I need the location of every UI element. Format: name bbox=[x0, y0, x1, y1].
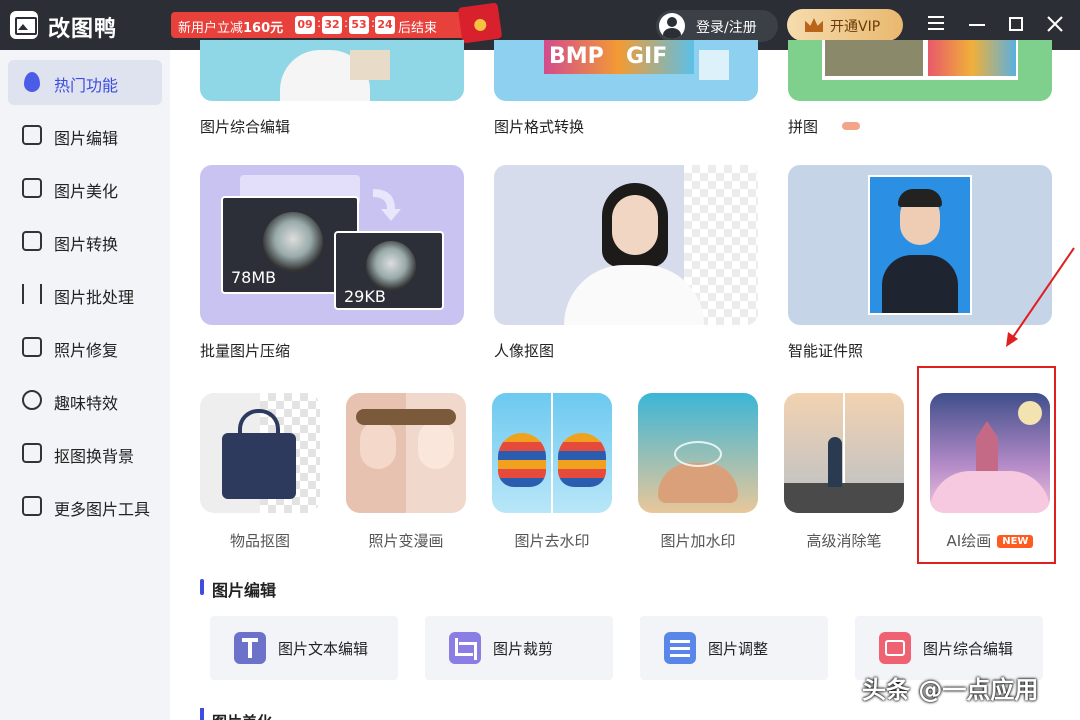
tool-text-edit-button[interactable]: 图片文本编辑 bbox=[210, 616, 398, 680]
tool-label: 图片综合编辑 bbox=[923, 640, 1014, 658]
tile-add-watermark[interactable] bbox=[638, 393, 758, 513]
section-title-image-edit: 图片编辑 bbox=[200, 577, 276, 601]
card-collage[interactable] bbox=[788, 40, 1052, 101]
sidebar-item-cutout[interactable]: 抠图换背景 bbox=[8, 431, 162, 476]
tile-label: 图片去水印 bbox=[514, 532, 590, 550]
tile-label: 图片加水印 bbox=[660, 532, 736, 550]
card-batch-compress[interactable]: 78MB 29KB bbox=[200, 165, 464, 325]
image-edit-icon bbox=[879, 632, 911, 664]
crop-icon bbox=[449, 632, 481, 664]
sidebar-item-more-tools[interactable]: 更多图片工具 bbox=[8, 484, 162, 529]
tile-label: 物品抠图 bbox=[229, 532, 290, 550]
app-name: 改图鸭 bbox=[48, 17, 118, 42]
tile-label: 高级消除笔 bbox=[806, 532, 882, 550]
size-before: 78MB bbox=[231, 268, 277, 287]
adjust-icon bbox=[664, 632, 696, 664]
promo-suffix: 后结束 bbox=[398, 21, 438, 36]
vip-label: 开通VIP bbox=[830, 19, 881, 35]
sidebar-item-label: 热门功能 bbox=[54, 76, 119, 95]
avatar-icon bbox=[659, 13, 685, 39]
sidebar-item-label: 趣味特效 bbox=[54, 394, 119, 413]
sidebar-item-batch[interactable]: 图片批处理 bbox=[8, 272, 162, 317]
sparkle-image-icon bbox=[22, 178, 42, 198]
toolbox-icon bbox=[22, 496, 42, 516]
sidebar-item-label: 图片批处理 bbox=[54, 288, 135, 307]
card-image-comprehensive-edit[interactable] bbox=[200, 40, 464, 101]
sidebar-item-convert[interactable]: 图片转换 bbox=[8, 219, 162, 264]
sidebar-item-label: 图片转换 bbox=[54, 235, 119, 254]
tile-photo-to-cartoon[interactable] bbox=[346, 393, 466, 513]
sidebar-item-label: 照片修复 bbox=[54, 341, 119, 360]
vip-button[interactable]: 开通VIP bbox=[787, 9, 903, 41]
text-edit-icon bbox=[234, 632, 266, 664]
countdown-seconds: 53 bbox=[349, 16, 369, 34]
tool-label: 图片裁剪 bbox=[493, 640, 554, 658]
sidebar-item-hot[interactable]: 热门功能 bbox=[8, 60, 162, 105]
countdown-minutes: 32 bbox=[322, 16, 342, 34]
sidebar-item-beautify[interactable]: 图片美化 bbox=[8, 166, 162, 211]
sidebar-item-repair[interactable]: 照片修复 bbox=[8, 325, 162, 370]
login-button[interactable]: 登录/注册 bbox=[656, 10, 778, 42]
card-label: 拼图 bbox=[788, 118, 819, 136]
tile-object-cutout[interactable] bbox=[200, 393, 320, 513]
sidebar-item-label: 更多图片工具 bbox=[54, 500, 151, 519]
batch-icon bbox=[22, 284, 42, 304]
sidebar-item-image-edit[interactable]: 图片编辑 bbox=[8, 113, 162, 158]
tool-crop-button[interactable]: 图片裁剪 bbox=[425, 616, 613, 680]
card-label: 人像抠图 bbox=[494, 342, 555, 360]
sidebar: 热门功能 图片编辑 图片美化 图片转换 图片批处理 照片修复 趣味特效 抠图换背… bbox=[0, 50, 170, 720]
red-envelope-icon[interactable] bbox=[457, 2, 503, 44]
section-marker bbox=[200, 708, 204, 720]
magic-wand-icon bbox=[22, 390, 42, 410]
countdown-hours: 09 bbox=[295, 16, 315, 34]
tile-remove-watermark[interactable] bbox=[492, 393, 612, 513]
tile-label: 照片变漫画 bbox=[368, 532, 444, 550]
image-edit-icon bbox=[22, 125, 42, 145]
flame-icon bbox=[24, 72, 40, 92]
sidebar-item-label: 图片编辑 bbox=[54, 129, 119, 148]
card-label: 图片综合编辑 bbox=[200, 118, 291, 136]
card-format-convert[interactable]: BMP GIF bbox=[494, 40, 758, 101]
sidebar-item-label: 图片美化 bbox=[54, 182, 119, 201]
card-portrait-cutout[interactable] bbox=[494, 165, 758, 325]
tool-label: 图片文本编辑 bbox=[278, 640, 369, 658]
highlight-box bbox=[917, 366, 1056, 564]
sidebar-item-effects[interactable]: 趣味特效 bbox=[8, 378, 162, 423]
crown-icon bbox=[805, 18, 823, 32]
app-logo-icon bbox=[10, 11, 38, 39]
cutout-icon bbox=[22, 443, 42, 463]
login-label: 登录/注册 bbox=[696, 20, 757, 36]
maximize-icon[interactable] bbox=[1009, 17, 1023, 31]
size-after: 29KB bbox=[344, 287, 386, 306]
menu-icon[interactable] bbox=[928, 16, 944, 30]
promo-banner[interactable]: 新用户立减160元 09 : 32 : 53 : 24 后结束 bbox=[171, 12, 499, 38]
tool-adjust-button[interactable]: 图片调整 bbox=[640, 616, 828, 680]
watermark: 头条 @一点应用 bbox=[862, 676, 1039, 704]
tile-advanced-eraser[interactable] bbox=[784, 393, 904, 513]
card-label: 图片格式转换 bbox=[494, 118, 585, 136]
countdown-centiseconds: 24 bbox=[375, 16, 395, 34]
convert-icon bbox=[22, 231, 42, 251]
tool-label: 图片调整 bbox=[708, 640, 769, 658]
card-label: 智能证件照 bbox=[788, 342, 864, 360]
promo-text: 新用户立减160元 bbox=[178, 21, 284, 36]
hot-tag-icon bbox=[842, 122, 860, 130]
card-id-photo[interactable] bbox=[788, 165, 1052, 325]
photo-repair-icon bbox=[22, 337, 42, 357]
close-icon[interactable] bbox=[1047, 16, 1063, 32]
section-title-beautify: 图片美化 bbox=[212, 710, 282, 720]
card-label: 批量图片压缩 bbox=[200, 342, 291, 360]
minimize-icon[interactable] bbox=[969, 24, 985, 26]
sidebar-item-label: 抠图换背景 bbox=[54, 447, 135, 466]
